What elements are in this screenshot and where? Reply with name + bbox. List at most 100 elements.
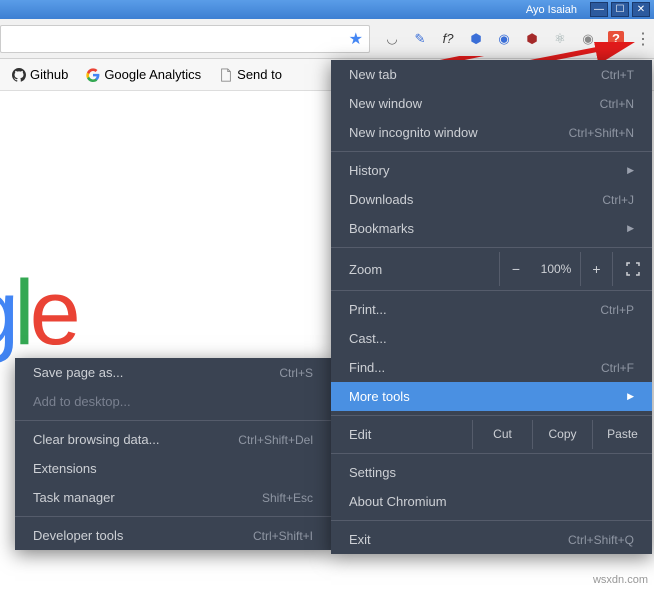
chevron-right-icon: ▶ xyxy=(627,165,634,176)
menu-label: Zoom xyxy=(331,255,499,284)
submenu-extensions[interactable]: Extensions xyxy=(15,454,331,483)
colorpicker-icon[interactable]: ✎ xyxy=(412,31,428,47)
window-minimize-button[interactable]: — xyxy=(590,2,608,17)
menu-cast[interactable]: Cast... xyxy=(331,324,652,353)
menu-label: Cast... xyxy=(349,331,387,346)
pocket-icon[interactable]: ◡ xyxy=(384,31,400,47)
bookmark-google-analytics[interactable]: Google Analytics xyxy=(80,63,207,86)
menu-new-window[interactable]: New window Ctrl+N xyxy=(331,89,652,118)
menu-shortcut: Ctrl+P xyxy=(600,303,634,317)
menu-separator xyxy=(331,453,652,454)
submenu-add-to-desktop: Add to desktop... xyxy=(15,387,331,416)
menu-separator xyxy=(331,290,652,291)
menu-shortcut: Ctrl+T xyxy=(601,68,634,82)
menu-history[interactable]: History ▶ xyxy=(331,156,652,185)
menu-separator xyxy=(331,415,652,416)
github-icon xyxy=(12,68,26,82)
menu-settings[interactable]: Settings xyxy=(331,458,652,487)
zoom-value: 100% xyxy=(532,262,580,276)
copy-button[interactable]: Copy xyxy=(532,420,592,449)
menu-find[interactable]: Find... Ctrl+F xyxy=(331,353,652,382)
google-icon xyxy=(86,68,100,82)
menu-separator xyxy=(15,516,331,517)
menu-label: Downloads xyxy=(349,192,413,207)
menu-shortcut: Ctrl+J xyxy=(602,193,634,207)
menu-label: Save page as... xyxy=(33,365,123,380)
bookmark-label: Send to xyxy=(237,67,282,82)
ublock-icon[interactable]: ⬢ xyxy=(524,31,540,47)
chrome-main-menu: New tab Ctrl+T New window Ctrl+N New inc… xyxy=(331,60,652,554)
menu-bookmarks[interactable]: Bookmarks ▶ xyxy=(331,214,652,243)
paste-button[interactable]: Paste xyxy=(592,420,652,449)
window-maximize-button[interactable]: ☐ xyxy=(611,2,629,17)
address-bar[interactable]: ★ xyxy=(0,25,370,53)
menu-edit-row: Edit Cut Copy Paste xyxy=(331,420,652,449)
bookmark-label: Google Analytics xyxy=(104,67,201,82)
zoom-in-button[interactable]: + xyxy=(580,252,612,286)
shield-icon[interactable]: ⬢ xyxy=(468,31,484,47)
react-icon[interactable]: ⚛ xyxy=(552,31,568,47)
menu-print[interactable]: Print... Ctrl+P xyxy=(331,295,652,324)
chevron-right-icon: ▶ xyxy=(627,223,634,234)
menu-label: New tab xyxy=(349,67,397,82)
zoom-out-button[interactable]: − xyxy=(500,252,532,286)
menu-label: Find... xyxy=(349,360,385,375)
extension-icons: ◡ ✎ f? ⬢ ◉ ⬢ ⚛ ◉ ? xyxy=(376,31,632,47)
chevron-right-icon: ▶ xyxy=(627,391,634,402)
menu-zoom: Zoom − 100% + xyxy=(331,252,652,286)
logo-e: e xyxy=(30,262,76,364)
watermark: wsxdn.com xyxy=(593,574,648,586)
menu-label: Edit xyxy=(331,420,472,449)
chrome-menu-button[interactable]: ⋮ xyxy=(632,29,654,49)
menu-label: Bookmarks xyxy=(349,221,414,236)
menu-shortcut: Shift+Esc xyxy=(262,491,313,505)
menu-shortcut: Ctrl+Shift+I xyxy=(253,529,313,543)
menu-shortcut: Ctrl+S xyxy=(279,366,313,380)
bookmark-sendto[interactable]: Send to xyxy=(213,63,288,86)
menu-shortcut: Ctrl+Shift+N xyxy=(569,126,634,140)
menu-label: History xyxy=(349,163,389,178)
menu-label: Print... xyxy=(349,302,387,317)
menu-shortcut: Ctrl+Shift+Q xyxy=(568,533,634,547)
question-icon[interactable]: ? xyxy=(608,31,624,47)
eye-icon[interactable]: ◉ xyxy=(580,31,596,47)
more-tools-submenu: Save page as... Ctrl+S Add to desktop...… xyxy=(15,358,331,550)
menu-separator xyxy=(331,247,652,248)
fontface-icon[interactable]: f? xyxy=(440,31,456,47)
logo-l: l xyxy=(14,262,29,364)
menu-shortcut: Ctrl+N xyxy=(600,97,634,111)
bookmark-label: Github xyxy=(30,67,68,82)
menu-label: Extensions xyxy=(33,461,97,476)
submenu-clear-browsing-data[interactable]: Clear browsing data... Ctrl+Shift+Del xyxy=(15,425,331,454)
menu-label: Clear browsing data... xyxy=(33,432,159,447)
menu-separator xyxy=(331,520,652,521)
bookmark-star-icon[interactable]: ★ xyxy=(349,29,363,49)
menu-separator xyxy=(331,151,652,152)
menu-new-tab[interactable]: New tab Ctrl+T xyxy=(331,60,652,89)
fullscreen-button[interactable] xyxy=(612,252,652,286)
browser-toolbar: ★ ◡ ✎ f? ⬢ ◉ ⬢ ⚛ ◉ ? ⋮ xyxy=(0,19,654,59)
menu-label: More tools xyxy=(349,389,410,404)
page-icon xyxy=(219,68,233,82)
menu-new-incognito[interactable]: New incognito window Ctrl+Shift+N xyxy=(331,118,652,147)
menu-shortcut: Ctrl+Shift+Del xyxy=(238,433,313,447)
titlebar: Ayo Isaiah — ☐ ✕ xyxy=(0,0,654,19)
cut-button[interactable]: Cut xyxy=(472,420,532,449)
menu-label: Task manager xyxy=(33,490,115,505)
menu-separator xyxy=(15,420,331,421)
logo-g: g xyxy=(0,262,14,364)
fullscreen-icon xyxy=(626,262,640,276)
submenu-task-manager[interactable]: Task manager Shift+Esc xyxy=(15,483,331,512)
menu-more-tools[interactable]: More tools ▶ xyxy=(331,382,652,411)
menu-label: Add to desktop... xyxy=(33,394,131,409)
menu-label: Exit xyxy=(349,532,371,547)
onetab-icon[interactable]: ◉ xyxy=(496,31,512,47)
submenu-developer-tools[interactable]: Developer tools Ctrl+Shift+I xyxy=(15,521,331,550)
menu-exit[interactable]: Exit Ctrl+Shift+Q xyxy=(331,525,652,554)
menu-about[interactable]: About Chromium xyxy=(331,487,652,516)
bookmark-github[interactable]: Github xyxy=(6,63,74,86)
menu-label: Developer tools xyxy=(33,528,123,543)
submenu-save-page[interactable]: Save page as... Ctrl+S xyxy=(15,358,331,387)
menu-downloads[interactable]: Downloads Ctrl+J xyxy=(331,185,652,214)
window-close-button[interactable]: ✕ xyxy=(632,2,650,17)
